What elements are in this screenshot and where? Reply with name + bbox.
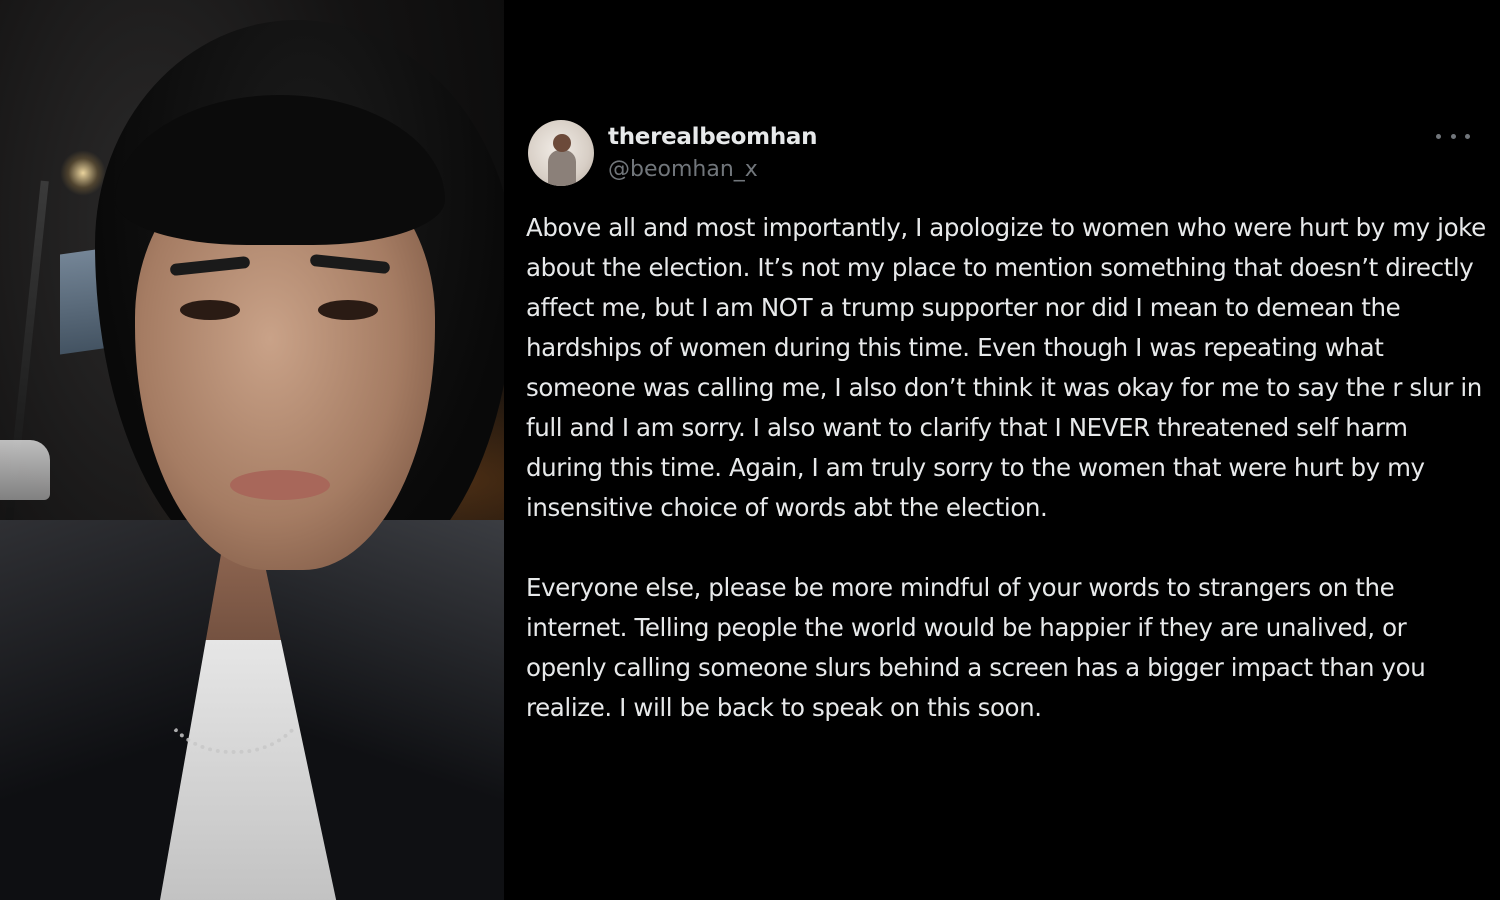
dot xyxy=(1465,133,1470,139)
tweet-paragraph-2: Everyone else, please be more mindful of… xyxy=(526,573,1426,722)
avatar-figure-body xyxy=(548,150,576,186)
tweet-header: therealbeomhan @beomhan_x xyxy=(528,120,818,186)
dot xyxy=(1436,133,1441,139)
avatar[interactable] xyxy=(528,120,594,186)
tweet-card: therealbeomhan @beomhan_x Above all and … xyxy=(504,0,1500,900)
lips xyxy=(230,470,330,500)
street-lamp xyxy=(60,150,106,196)
user-handle[interactable]: @beomhan_x xyxy=(608,158,817,181)
author-names: therealbeomhan @beomhan_x xyxy=(608,125,818,181)
tweet-text: Above all and most importantly, I apolog… xyxy=(526,208,1486,728)
dot xyxy=(1450,133,1456,139)
tweet-paragraph-1: Above all and most importantly, I apolog… xyxy=(526,213,1486,522)
display-name[interactable]: therealbeomhan xyxy=(608,125,818,149)
left-eye xyxy=(180,300,240,320)
person-photo xyxy=(0,0,504,900)
composite-image: therealbeomhan @beomhan_x Above all and … xyxy=(0,0,1500,900)
more-dots-icon[interactable] xyxy=(1436,124,1470,148)
avatar-figure-head xyxy=(553,134,571,152)
parked-car xyxy=(0,440,50,500)
right-eye xyxy=(318,300,378,320)
